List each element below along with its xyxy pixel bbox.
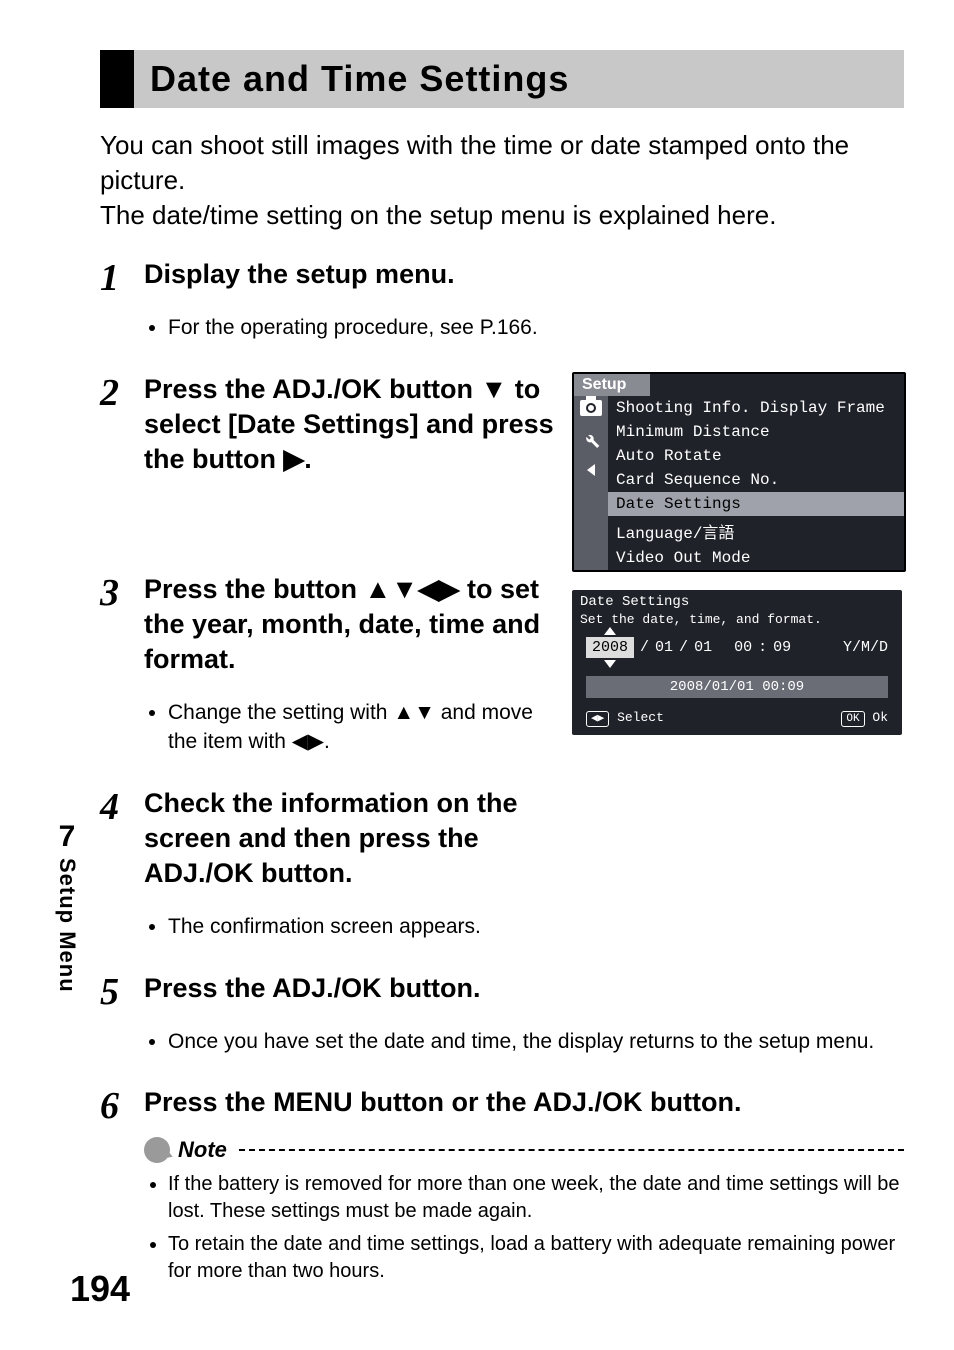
separator: /: [679, 639, 688, 656]
intro-text: You can shoot still images with the time…: [100, 128, 904, 233]
ok-key-icon: OK: [841, 711, 864, 727]
date-settings-screenshot: Date Settings Set the date, time, and fo…: [572, 590, 902, 735]
date-input-row: 2008 / 01 / 01 00 : 09 Y/M/D: [572, 637, 902, 658]
step-title: Press the MENU button or the ADJ./OK but…: [144, 1085, 904, 1120]
year-value: 2008: [592, 639, 628, 656]
step-number: 1: [100, 257, 144, 297]
step-6: 6 Press the MENU button or the ADJ./OK b…: [100, 1085, 904, 1125]
step-bullet: The confirmation screen appears.: [168, 912, 554, 941]
step-number: 6: [100, 1085, 144, 1125]
note-divider: [239, 1149, 904, 1151]
ok-label: Ok: [872, 710, 888, 725]
date-preview: 2008/01/01 00:09: [586, 676, 888, 698]
dialog-subtitle: Set the date, time, and format.: [572, 612, 902, 637]
chapter-label: Setup Menu: [54, 858, 80, 993]
text-fragment: .: [304, 444, 312, 474]
step-4: 4 Check the information on the screen an…: [100, 786, 554, 963]
ok-hint: OK Ok: [841, 710, 888, 727]
side-tab: 7 Setup Menu: [54, 820, 80, 993]
triangle-left-icon: [587, 464, 595, 476]
triangle-up-icon: [604, 627, 616, 635]
note-list: If the battery is removed for more than …: [144, 1171, 904, 1285]
separator: /: [640, 639, 649, 656]
step-bullet: Once you have set the date and time, the…: [168, 1027, 904, 1056]
step-number: 4: [100, 786, 144, 826]
triangle-down-icon: [604, 660, 616, 668]
page-title: Date and Time Settings: [150, 58, 569, 99]
menu-item: Video Out Mode: [608, 546, 904, 570]
section-header: Date and Time Settings: [100, 50, 904, 108]
step-title: Check the information on the screen and …: [144, 786, 554, 891]
chapter-number: 7: [59, 820, 76, 854]
step-title: Display the setup menu.: [144, 257, 904, 292]
step-title: Press the ADJ./OK button ▼ to select [Da…: [144, 372, 554, 477]
step-2: 2 Press the ADJ./OK button ▼ to select […: [100, 372, 554, 477]
step-1: 1 Display the setup menu. For the operat…: [100, 257, 904, 363]
select-label: Select: [617, 710, 664, 725]
menu-item: Card Sequence No.: [608, 468, 904, 492]
setup-menu-items: Shooting Info. Display Frame Minimum Dis…: [608, 396, 904, 570]
arrow-keys-icon: ◀▶: [586, 711, 609, 727]
text-fragment: Press the button: [144, 574, 365, 604]
step-bullet: Change the setting with ▲▼ and move the …: [168, 698, 554, 757]
text-fragment: Change the setting with: [168, 701, 393, 724]
colon: :: [758, 639, 767, 656]
text-fragment: .: [324, 730, 330, 753]
setup-tab-label: Setup: [574, 374, 650, 396]
wrench-icon: [581, 430, 601, 450]
dialog-title: Date Settings: [572, 590, 902, 612]
day-value: 01: [694, 639, 712, 656]
setup-menu-screenshot: Setup Shooting Info. Display Frame Minim…: [572, 372, 906, 572]
menu-item: Language/言語: [608, 516, 904, 546]
note-label: Note: [178, 1137, 227, 1163]
header-marker: [100, 50, 134, 108]
step-5: 5 Press the ADJ./OK button. Once you hav…: [100, 971, 904, 1077]
step-title: Press the button ▲▼◀▶ to set the year, m…: [144, 572, 554, 677]
page-number: 194: [70, 1268, 130, 1310]
format-value: Y/M/D: [843, 639, 888, 656]
note-heading-row: Note: [144, 1137, 904, 1163]
menu-item: Minimum Distance: [608, 420, 904, 444]
step-number: 2: [100, 372, 144, 412]
text-fragment: Press the ADJ./OK button: [144, 374, 481, 404]
intro-line2: The date/time setting on the setup menu …: [100, 200, 776, 230]
step-bullet: For the operating procedure, see P.166.: [168, 313, 904, 342]
camera-icon: [580, 400, 602, 416]
step-title: Press the ADJ./OK button.: [144, 971, 904, 1006]
menu-item: Shooting Info. Display Frame: [608, 396, 904, 420]
note-item: To retain the date and time settings, lo…: [168, 1231, 904, 1285]
note-icon: [144, 1137, 170, 1163]
step-number: 3: [100, 572, 144, 612]
step-number: 5: [100, 971, 144, 1011]
intro-line1: You can shoot still images with the time…: [100, 130, 849, 195]
step-3: 3 Press the button ▲▼◀▶ to set the year,…: [100, 572, 554, 778]
year-field: 2008: [586, 637, 634, 658]
note-item: If the battery is removed for more than …: [168, 1171, 904, 1225]
select-hint: ◀▶ Select: [586, 710, 664, 727]
minute-value: 09: [773, 639, 791, 656]
menu-item: Auto Rotate: [608, 444, 904, 468]
menu-item-selected: Date Settings: [608, 492, 904, 516]
hour-value: 00: [734, 639, 752, 656]
month-value: 01: [655, 639, 673, 656]
